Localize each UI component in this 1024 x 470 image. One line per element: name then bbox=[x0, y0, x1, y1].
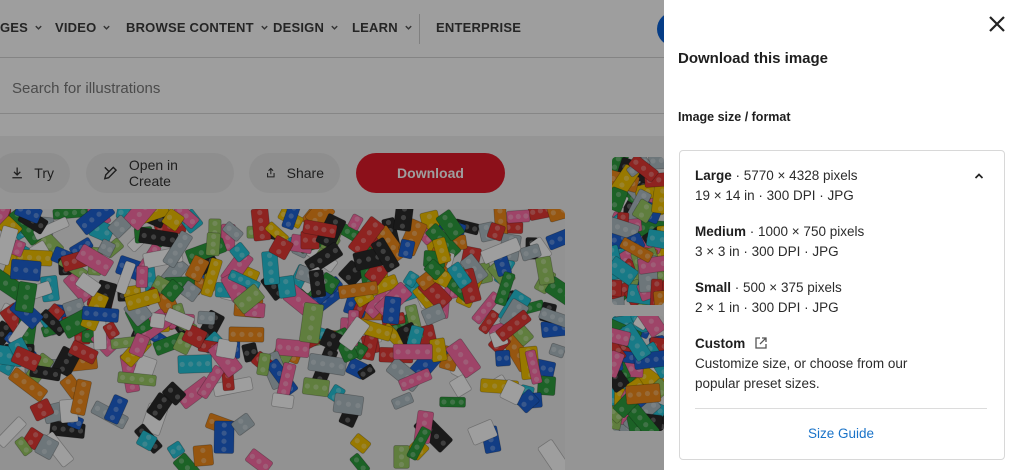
nav-item-images[interactable]: GES bbox=[0, 20, 43, 35]
size-option-name: Custom bbox=[695, 336, 746, 351]
thumbnail-2[interactable] bbox=[612, 316, 664, 431]
nav-item-browse-content[interactable]: BROWSE CONTENT bbox=[126, 20, 269, 35]
chevron-down-icon bbox=[35, 25, 42, 30]
try-button[interactable]: Try bbox=[0, 153, 70, 193]
nav-item-label: ENTERPRISE bbox=[436, 20, 522, 35]
size-option-pixels: · 5770 × 4328 pixels bbox=[731, 168, 858, 183]
nav-divider bbox=[419, 14, 420, 44]
size-option-name: Small bbox=[695, 280, 732, 295]
lego-bricks-thumbnail bbox=[612, 316, 664, 431]
search-placeholder: Search for illustrations bbox=[12, 80, 161, 97]
search-input[interactable]: Search for illustrations bbox=[0, 64, 664, 114]
share-icon bbox=[267, 167, 275, 178]
top-navigation: GES VIDEO BROWSE CONTENT DESIGN LEARN EN… bbox=[0, 0, 664, 58]
size-option-pixels: · 500 × 375 pixels bbox=[731, 280, 842, 295]
chevron-down-icon bbox=[331, 25, 338, 30]
chevron-down-icon bbox=[261, 25, 268, 30]
thumbnail-1[interactable] bbox=[612, 157, 664, 305]
format-label: Image size / format bbox=[678, 110, 791, 124]
try-label: Try bbox=[34, 165, 54, 181]
chevron-down-icon bbox=[405, 25, 412, 30]
open-in-create-label: Open in Create bbox=[128, 157, 178, 189]
chevron-down-icon bbox=[103, 25, 111, 30]
open-in-create-button[interactable]: Open in Create bbox=[86, 153, 234, 193]
nav-item-label: VIDEO bbox=[55, 20, 97, 35]
nav-item-video[interactable]: VIDEO bbox=[55, 20, 111, 35]
share-button[interactable]: Share bbox=[249, 153, 340, 193]
nav-item-label: GES bbox=[0, 20, 29, 35]
download-icon bbox=[12, 167, 22, 179]
main-image bbox=[0, 209, 565, 470]
size-option-detail: 19 × 14 in · 300 DPI · JPG bbox=[695, 188, 854, 203]
lego-bricks-image bbox=[0, 209, 565, 470]
size-option-custom[interactable]: Custom bbox=[695, 334, 745, 354]
size-option-name: Large bbox=[695, 168, 732, 183]
download-button[interactable]: Download bbox=[356, 153, 505, 193]
nav-item-design[interactable]: DESIGN bbox=[273, 20, 339, 35]
size-option-medium[interactable]: Medium · 1000 × 750 pixels bbox=[695, 222, 864, 242]
chevron-up-icon[interactable] bbox=[973, 170, 985, 182]
lego-bricks-thumbnail bbox=[612, 157, 664, 305]
size-guide-link[interactable]: Size Guide bbox=[695, 426, 987, 441]
share-label: Share bbox=[286, 165, 324, 181]
nav-item-label: DESIGN bbox=[273, 20, 325, 35]
size-option-large[interactable]: Large · 5770 × 4328 pixels bbox=[695, 166, 857, 186]
custom-description-line1: Customize size, or choose from our bbox=[695, 356, 908, 371]
size-option-detail: 2 × 1 in · 300 DPI · JPG bbox=[695, 300, 839, 315]
edit-icon bbox=[103, 166, 118, 180]
nav-item-learn[interactable]: LEARN bbox=[352, 20, 413, 35]
external-link-icon[interactable] bbox=[754, 336, 768, 350]
nav-item-label: BROWSE CONTENT bbox=[126, 20, 254, 35]
custom-description-line2: popular preset sizes. bbox=[695, 376, 820, 391]
card-divider bbox=[695, 408, 987, 409]
panel-title: Download this image bbox=[678, 50, 829, 67]
download-label: Download bbox=[397, 165, 464, 181]
size-option-detail: 3 × 3 in · 300 DPI · JPG bbox=[695, 244, 839, 259]
nav-item-label: LEARN bbox=[352, 20, 398, 35]
nav-item-enterprise[interactable]: ENTERPRISE bbox=[436, 20, 521, 35]
size-option-name: Medium bbox=[695, 224, 747, 239]
background-page: GES VIDEO BROWSE CONTENT DESIGN LEARN EN… bbox=[0, 0, 664, 470]
size-option-small[interactable]: Small · 500 × 375 pixels bbox=[695, 278, 842, 298]
size-option-pixels: · 1000 × 750 pixels bbox=[746, 224, 865, 239]
close-icon[interactable] bbox=[986, 13, 1008, 35]
